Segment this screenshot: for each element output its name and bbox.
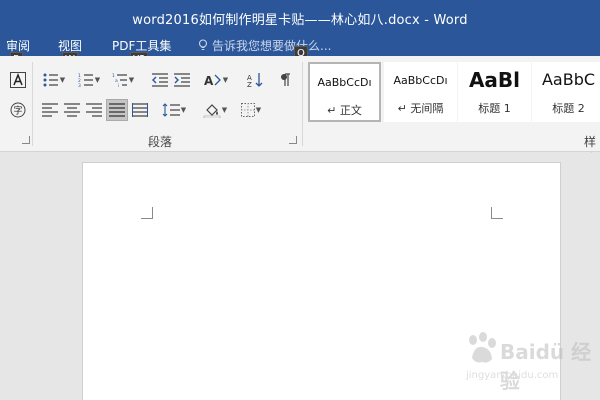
bullets-button[interactable]: ▼: [40, 70, 68, 90]
numbering-button[interactable]: 123 ▼: [74, 70, 104, 90]
group-separator: [32, 62, 33, 146]
center-button[interactable]: [62, 100, 82, 120]
chinese-layout-button[interactable]: A ▼: [202, 70, 230, 90]
chevron-down-icon: ▼: [255, 106, 262, 114]
shading-button[interactable]: ▼: [200, 100, 230, 120]
distributed-icon: [132, 103, 148, 117]
svg-text:A: A: [204, 74, 214, 87]
multilevel-list-button[interactable]: 1ai ▼: [108, 70, 138, 90]
show-marks-button[interactable]: [276, 70, 296, 90]
svg-text:3: 3: [78, 83, 81, 87]
bullets-icon: [43, 73, 59, 87]
style-sample: AaBbCcDı: [393, 74, 448, 87]
tell-me-placeholder: 告诉我您想要做什么...: [212, 39, 332, 53]
increase-indent-icon: [174, 73, 190, 87]
phonetic-guide-button[interactable]: 字: [8, 100, 28, 120]
svg-text:i: i: [118, 83, 119, 87]
borders-icon: [240, 103, 255, 117]
style-heading-2[interactable]: AaBbC 标题 2: [532, 62, 600, 122]
watermark-brand: Baidü 经验: [500, 340, 592, 393]
increase-indent-button[interactable]: [172, 70, 192, 90]
style-name: ↵ 正文: [327, 104, 362, 117]
lightbulb-icon: [198, 39, 208, 52]
styles-gallery: AaBbCcDı ↵ 正文 AaBbCcDı ↵ 无间隔 AaBl 标题 1 A…: [306, 62, 600, 128]
chevron-down-icon: ▼: [94, 76, 101, 84]
watermark-url: jingyan.baidu.com: [466, 370, 559, 381]
chevron-down-icon: ▼: [180, 106, 187, 114]
style-name: 标题 1: [478, 102, 511, 115]
sort-icon: AZ: [247, 72, 263, 88]
margin-mark-top-right: [491, 207, 503, 219]
paw-logo-icon: [469, 332, 496, 363]
align-right-button[interactable]: [84, 100, 104, 120]
align-left-icon: [42, 103, 58, 117]
align-left-button[interactable]: [40, 100, 60, 120]
svg-text:Z: Z: [247, 81, 252, 88]
sort-button[interactable]: AZ: [244, 70, 266, 90]
phonetic-guide-icon: 字: [10, 102, 26, 118]
style-sample: AaBbCcDı: [317, 76, 372, 89]
decrease-indent-button[interactable]: [150, 70, 170, 90]
window-title: word2016如何制作明星卡贴——林心如八.docx - Word: [132, 13, 468, 28]
shading-icon: [203, 102, 221, 118]
chevron-down-icon: ▼: [128, 76, 135, 84]
style-name: ↵ 无间隔: [397, 102, 444, 115]
align-right-icon: [86, 103, 102, 117]
center-icon: [64, 103, 80, 117]
show-marks-icon: [279, 73, 293, 87]
paragraph-group-label: 段落: [148, 135, 173, 149]
font-dialog-launcher[interactable]: [22, 136, 30, 144]
baidu-watermark: Baidü 经验 jingyan.baidu.com: [462, 330, 592, 393]
justify-icon: [109, 103, 125, 117]
chinese-layout-icon: A: [204, 73, 222, 87]
paragraph-dialog-launcher[interactable]: [289, 136, 297, 144]
chevron-down-icon: ▼: [222, 76, 229, 84]
style-no-spacing[interactable]: AaBbCcDı ↵ 无间隔: [384, 62, 457, 122]
font-color-a-icon: [10, 72, 26, 88]
chevron-down-icon: ▼: [221, 106, 228, 114]
style-heading-1[interactable]: AaBl 标题 1: [458, 62, 531, 122]
decrease-indent-icon: [152, 73, 168, 87]
line-spacing-button[interactable]: ▼: [160, 100, 188, 120]
style-sample: AaBbC: [541, 70, 596, 89]
distributed-button[interactable]: [130, 100, 150, 120]
line-spacing-icon: [162, 103, 180, 117]
borders-button[interactable]: ▼: [236, 100, 266, 120]
group-separator: [302, 62, 303, 146]
numbering-icon: 123: [78, 73, 94, 87]
tell-me-search[interactable]: 告诉我您想要做什么...: [198, 37, 331, 54]
ribbon: 字 ▼ 123 ▼ 1ai ▼ A ▼ AZ ▼ ▼ ▼ 段落 AaBbCcDı…: [0, 56, 600, 166]
justify-button[interactable]: [106, 99, 128, 121]
svg-text:字: 字: [13, 105, 22, 117]
title-bar: word2016如何制作明星卡贴——林心如八.docx - Word: [0, 0, 600, 34]
char-border-button[interactable]: [8, 70, 28, 90]
style-sample: AaBl: [468, 68, 521, 92]
multilevel-list-icon: 1ai: [112, 73, 128, 87]
style-normal[interactable]: AaBbCcDı ↵ 正文: [308, 62, 381, 122]
margin-mark-top-left: [141, 207, 153, 219]
chevron-down-icon: ▼: [59, 76, 66, 84]
style-name: 标题 2: [552, 102, 585, 115]
